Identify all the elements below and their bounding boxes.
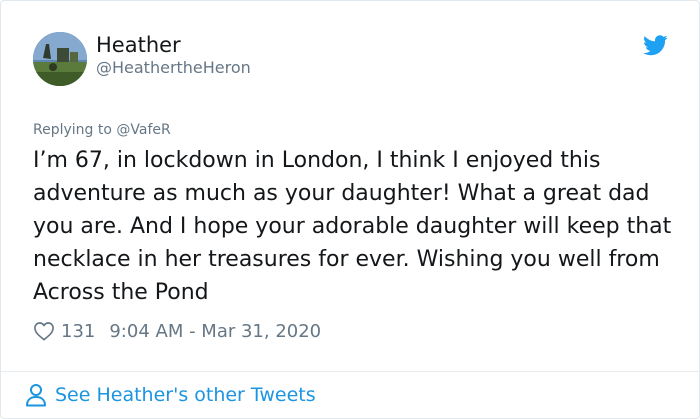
tweet-text: I’m 67, in lockdown in London, I think I…: [33, 148, 672, 305]
see-other-tweets-link[interactable]: See Heather's other Tweets: [25, 381, 316, 409]
heart-icon[interactable]: [33, 321, 55, 341]
author-handle[interactable]: @HeathertheHeron: [96, 58, 251, 78]
replying-to[interactable]: Replying to @VafeR: [33, 121, 171, 139]
tweet-meta: 131 9:04 AM - Mar 31, 2020: [33, 317, 321, 345]
tweet-card: Heather @HeathertheHeron Replying to @Va…: [0, 0, 700, 419]
see-other-tweets-label: See Heather's other Tweets: [55, 384, 316, 406]
avatar[interactable]: [33, 32, 87, 86]
person-icon: [25, 383, 47, 407]
like-count[interactable]: 131: [61, 321, 95, 342]
timestamp[interactable]: 9:04 AM - Mar 31, 2020: [109, 321, 321, 342]
twitter-bird-icon[interactable]: [643, 35, 668, 56]
author-name[interactable]: Heather: [96, 32, 181, 58]
divider: [1, 371, 699, 372]
